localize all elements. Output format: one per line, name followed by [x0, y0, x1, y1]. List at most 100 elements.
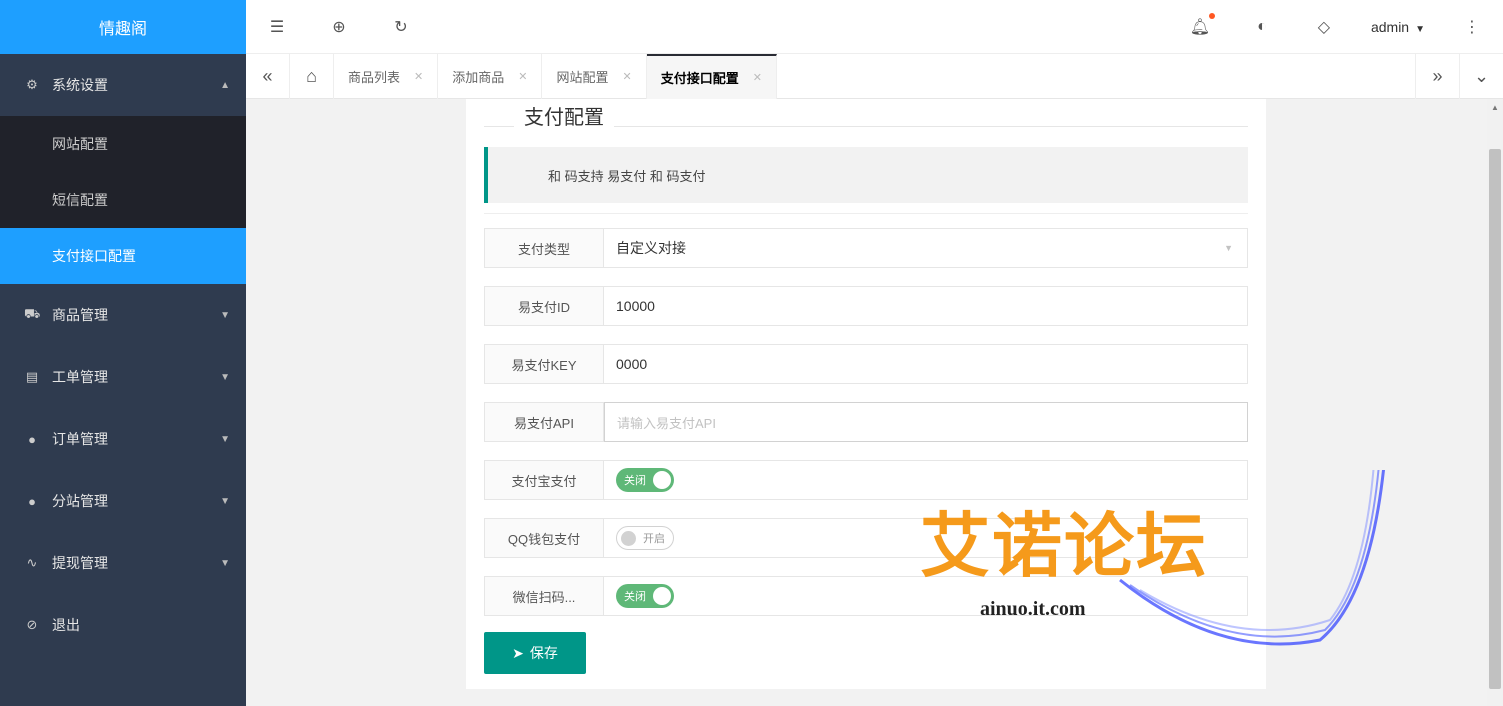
sidebar-subitem-site-config[interactable]: 网站配置: [0, 116, 246, 172]
field-label: QQ钱包支付: [484, 518, 604, 558]
pay-type-select[interactable]: 自定义对接 ▼: [604, 228, 1248, 268]
gear-icon: ⚙: [26, 77, 38, 92]
tab-payment-config[interactable]: 支付接口配置 ✕: [646, 53, 777, 99]
sidebar-item-orders[interactable]: ● 订单管理 ▼: [0, 408, 246, 470]
tab-bar: « ⌂ 商品列表 ✕ 添加商品 ✕ 网站配置 ✕ 支付接口配置 ✕ » ⌄: [246, 53, 1503, 99]
close-icon[interactable]: ✕: [622, 70, 631, 83]
cart-icon: ⛟: [24, 306, 41, 321]
sidebar-item-label: 提现管理: [52, 555, 108, 571]
notice-box: 和 码支持 易支付 和 码支付: [484, 147, 1248, 203]
close-icon[interactable]: ✕: [518, 70, 527, 83]
username: admin: [1370, 19, 1410, 35]
header-right: 🔔︎ ◐ ◇ admin ▼ ⋮: [1169, 0, 1503, 54]
site-icon: ●: [28, 493, 36, 509]
caret-down-icon: ▼: [220, 309, 230, 321]
sidebar-menu-list: ⛟ 商品管理 ▼ ▤ 工单管理 ▼ ● 订单管理 ▼ ● 分站管理 ▼ ∿ 提现…: [0, 284, 246, 706]
switch-knob: [653, 471, 671, 489]
select-value: 自定义对接: [616, 240, 686, 256]
form-row-epay-id: 易支付ID 10000: [484, 286, 1248, 326]
menu-toggle-icon[interactable]: ☰: [246, 17, 308, 37]
refresh-icon[interactable]: ↻: [370, 17, 432, 37]
sidebar-item-system-settings[interactable]: ⚙ 系统设置 ▲: [0, 54, 246, 116]
switch-text: 关闭: [624, 591, 646, 603]
tabs-scroll-right-icon[interactable]: »: [1415, 54, 1459, 99]
tab-add-product[interactable]: 添加商品 ✕: [438, 53, 543, 99]
submenu-system-settings: 网站配置 短信配置 支付接口配置: [0, 116, 246, 284]
fieldset: 支付配置: [484, 99, 1248, 130]
sidebar-item-logout[interactable]: ⊘ 退出: [0, 594, 246, 656]
close-icon[interactable]: ✕: [414, 70, 423, 83]
sidebar-item-label: 商品管理: [52, 307, 108, 323]
caret-down-icon: ▼: [220, 433, 230, 445]
close-icon[interactable]: ✕: [753, 71, 762, 84]
palette-icon[interactable]: ◐: [1231, 18, 1293, 36]
sidebar-item-label: 订单管理: [52, 431, 108, 447]
epay-api-input[interactable]: 请输入易支付API: [604, 402, 1248, 442]
home-icon[interactable]: ⌂: [290, 53, 334, 99]
divider: [484, 213, 1248, 214]
tab-label: 支付接口配置: [660, 70, 739, 86]
tabs-scroll-left-icon[interactable]: «: [246, 53, 290, 99]
input-placeholder: 请输入易支付API: [617, 415, 716, 431]
vertical-scrollbar[interactable]: ▲: [1487, 99, 1503, 706]
tabs-right-controls: » ⌄: [1415, 54, 1503, 99]
tab-product-list[interactable]: 商品列表 ✕: [334, 53, 439, 99]
app-logo[interactable]: 情趣阁: [0, 0, 246, 54]
shield-check-icon: ⊘: [26, 617, 38, 632]
alipay-switch[interactable]: 关闭: [616, 468, 674, 492]
switch-knob: [653, 587, 671, 605]
sidebar-item-tickets[interactable]: ▤ 工单管理 ▼: [0, 346, 246, 408]
switch-text: 开启: [643, 533, 665, 545]
order-icon: ●: [28, 431, 36, 447]
qq-wallet-switch[interactable]: 开启: [616, 526, 674, 550]
field-label: 易支付KEY: [484, 344, 604, 384]
tab-label: 商品列表: [348, 69, 401, 85]
watermark-text: 艾诺论坛: [920, 507, 1208, 585]
watermark-url: ainuo.it.com: [980, 598, 1086, 620]
caret-down-icon: ▼: [220, 371, 230, 383]
caret-up-icon: ▲: [220, 79, 230, 91]
save-button-label: 保存: [529, 645, 558, 661]
ticket-icon: ▤: [25, 369, 39, 384]
sidebar-item-label: 退出: [52, 617, 80, 633]
save-button[interactable]: ➤ 保存: [484, 632, 586, 674]
sidebar-item-withdraw[interactable]: ∿ 提现管理 ▼: [0, 532, 246, 594]
sidebar-item-label: 系统设置: [52, 77, 108, 93]
field-label: 支付类型: [484, 228, 604, 268]
tab-label: 网站配置: [556, 69, 609, 85]
scroll-up-icon[interactable]: ▲: [1491, 103, 1499, 112]
user-menu[interactable]: admin ▼: [1355, 19, 1441, 35]
switch-knob: [621, 531, 636, 546]
globe-icon[interactable]: ⊕: [308, 17, 370, 37]
sidebar: 情趣阁 ⚙ 系统设置 ▲ 网站配置 短信配置 支付接口配置 ⛟ 商品管理 ▼ ▤…: [0, 0, 246, 706]
form-row-pay-type: 支付类型 自定义对接 ▼: [484, 228, 1248, 268]
chevron-down-icon[interactable]: ⌄: [1459, 54, 1503, 99]
switch-text: 关闭: [624, 475, 646, 487]
pulse-icon: ∿: [26, 555, 38, 570]
form-row-epay-api: 易支付API 请输入易支付API: [484, 402, 1248, 442]
sidebar-item-label: 工单管理: [52, 369, 108, 385]
field-label: 易支付ID: [484, 286, 604, 326]
bell-icon[interactable]: 🔔︎: [1169, 13, 1231, 37]
caret-down-icon: ▼: [1415, 24, 1425, 35]
more-vertical-icon[interactable]: ⋮: [1441, 17, 1503, 37]
form-row-epay-key: 易支付KEY 0000: [484, 344, 1248, 384]
epay-id-input[interactable]: 10000: [604, 286, 1248, 326]
tag-icon[interactable]: ◇: [1293, 17, 1355, 37]
field-label: 微信扫码...: [484, 576, 604, 616]
notification-dot: [1208, 13, 1215, 19]
caret-down-icon: ▼: [220, 495, 230, 507]
send-icon: ➤: [512, 644, 524, 661]
scrollbar-thumb[interactable]: [1489, 149, 1501, 689]
tab-label: 添加商品: [452, 69, 505, 85]
top-header: ☰ ⊕ ↻ 🔔︎ ◐ ◇ admin ▼ ⋮: [246, 0, 1503, 54]
sidebar-item-products[interactable]: ⛟ 商品管理 ▼: [0, 284, 246, 346]
wechat-switch[interactable]: 关闭: [616, 584, 674, 608]
epay-key-input[interactable]: 0000: [604, 344, 1248, 384]
sidebar-item-substations[interactable]: ● 分站管理 ▼: [0, 470, 246, 532]
sidebar-subitem-sms-config[interactable]: 短信配置: [0, 172, 246, 228]
sidebar-subitem-payment-config[interactable]: 支付接口配置: [0, 228, 246, 284]
watermark: 艾诺论坛 ainuo.it.com: [920, 470, 1400, 670]
tab-site-config[interactable]: 网站配置 ✕: [542, 53, 647, 99]
field-label: 易支付API: [484, 402, 604, 442]
